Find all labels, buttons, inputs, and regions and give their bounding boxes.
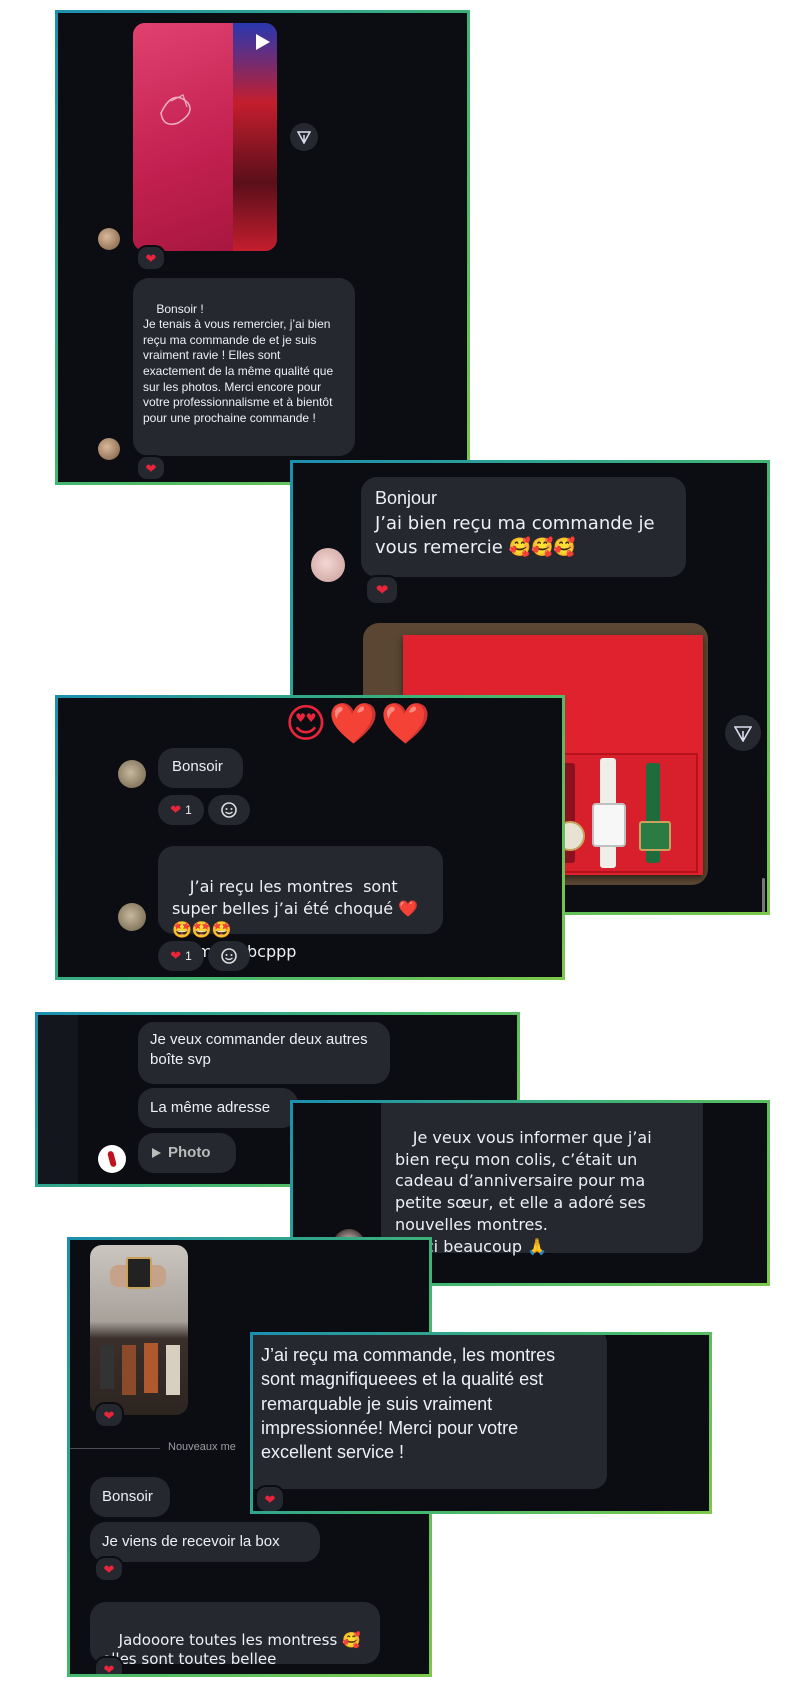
add-reaction-button[interactable] xyxy=(208,941,250,971)
message-bubble: Je veux commander deux autres boîte svp xyxy=(138,1022,390,1084)
divider-label: Nouveaux me xyxy=(168,1441,236,1453)
chat-screenshot-7: J’ai reçu ma commande, les montres sont … xyxy=(250,1332,712,1514)
share-icon[interactable] xyxy=(290,123,318,151)
shared-video-thumbnail[interactable] xyxy=(133,23,277,251)
avatar[interactable] xyxy=(98,438,120,460)
avatar[interactable] xyxy=(118,903,146,931)
message-bubble: Bonsoir xyxy=(90,1477,170,1517)
add-reaction-button[interactable] xyxy=(208,795,250,825)
shared-photo-watches[interactable] xyxy=(90,1245,188,1415)
message-text: Bonsoir xyxy=(102,1488,153,1505)
message-bubble: Je viens de recevoir la box xyxy=(90,1522,320,1562)
message-text: J’ai reçu ma commande, les montres sont … xyxy=(261,1345,556,1463)
heart-reaction-icon[interactable]: ❤ xyxy=(255,1485,285,1511)
heart-reaction-count[interactable]: ❤ 1 xyxy=(158,795,204,825)
left-gutter xyxy=(38,1015,78,1184)
message-text-line-1: Bonjour xyxy=(375,488,438,508)
avatar[interactable] xyxy=(118,760,146,788)
message-bubble: La même adresse xyxy=(138,1088,298,1128)
heart-reaction-icon[interactable]: ❤ xyxy=(94,1556,124,1582)
play-icon xyxy=(152,1148,161,1158)
message-text: Je veux vous informer que j’ai bien reçu… xyxy=(395,1127,652,1256)
message-bubble: Jadooore toutes les montress 🥰 elles son… xyxy=(90,1602,380,1668)
message-text: Bonsoir xyxy=(172,758,223,775)
scrollbar[interactable] xyxy=(762,878,765,912)
add-reaction-icon xyxy=(221,948,237,964)
photo-attachment[interactable]: Photo xyxy=(138,1133,236,1173)
message-text: Bonsoir ! Je tenais à vous remercier, j’… xyxy=(143,301,334,425)
play-icon[interactable] xyxy=(251,31,273,53)
heart-reaction-icon[interactable]: ❤ xyxy=(94,1656,124,1674)
floating-reactions: 😍❤️❤️ xyxy=(285,701,433,747)
avatar[interactable] xyxy=(98,228,120,250)
add-reaction-icon xyxy=(221,802,237,818)
message-bubble: Bonsoir xyxy=(158,748,243,788)
message-bubble: Bonsoir ! Je tenais à vous remercier, j’… xyxy=(133,278,355,456)
message-text-line-2: J’ai bien reçu ma commande je vous remer… xyxy=(375,513,655,558)
message-text: La même adresse xyxy=(150,1099,271,1116)
message-bubble: Je veux vous informer que j’ai bien reçu… xyxy=(381,1103,703,1256)
photo-label: Photo xyxy=(168,1144,211,1162)
heart-reaction-icon[interactable]: ❤ xyxy=(94,1402,124,1428)
heart-reaction-icon[interactable]: ❤ xyxy=(365,575,399,605)
avatar[interactable] xyxy=(98,1145,126,1173)
message-text: Je viens de recevoir la box xyxy=(102,1533,280,1550)
chat-screenshot-1: ❤ Bonsoir ! Je tenais à vous remercier, … xyxy=(55,10,470,485)
heart-reaction-icon[interactable]: ❤ xyxy=(136,455,166,481)
message-bubble: J’ai reçu ma commande, les montres sont … xyxy=(253,1335,607,1489)
heart-reaction-count[interactable]: ❤ 1 xyxy=(158,941,204,971)
share-icon[interactable] xyxy=(725,715,761,751)
message-bubble: J’ai reçu les montres sont super belles … xyxy=(158,846,443,961)
heart-reaction-icon[interactable]: ❤ xyxy=(136,245,166,271)
message-bubble: Bonjour J’ai bien reçu ma commande je vo… xyxy=(361,477,686,577)
message-text: Jadooore toutes les montress 🥰 elles son… xyxy=(102,1630,361,1669)
message-text: Je veux commander deux autres boîte svp xyxy=(150,1031,368,1068)
gift-box-logo xyxy=(160,94,191,125)
avatar[interactable] xyxy=(311,548,345,582)
